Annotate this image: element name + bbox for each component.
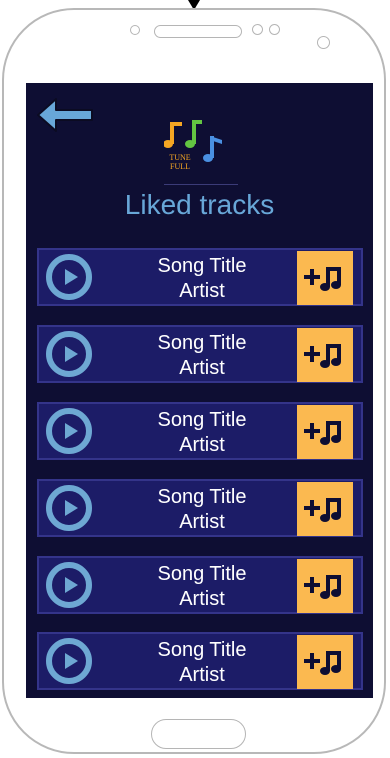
add-to-playlist-button[interactable] bbox=[297, 328, 353, 382]
add-to-playlist-button[interactable] bbox=[297, 482, 353, 536]
add-to-playlist-icon bbox=[304, 421, 341, 445]
logo-text-bottom: FULL bbox=[170, 162, 190, 171]
add-to-playlist-icon bbox=[304, 575, 341, 599]
track-row: Song Title Artist bbox=[37, 479, 363, 537]
artist-name: Artist bbox=[179, 511, 225, 533]
front-camera-icon bbox=[317, 36, 330, 49]
add-to-playlist-icon bbox=[304, 498, 341, 522]
sensor-icon bbox=[269, 24, 280, 35]
arrow-left-icon bbox=[37, 98, 93, 132]
play-icon[interactable] bbox=[46, 254, 92, 300]
track-row: Song Title Artist bbox=[37, 632, 363, 690]
play-icon[interactable] bbox=[46, 331, 92, 377]
play-icon[interactable] bbox=[46, 408, 92, 454]
app-screen: TUNE FULL Liked tracks Song Title Artist bbox=[26, 83, 373, 698]
song-title: Song Title bbox=[157, 639, 247, 661]
app-logo: TUNE FULL bbox=[163, 116, 238, 185]
add-to-playlist-button[interactable] bbox=[297, 251, 353, 305]
add-to-playlist-button[interactable] bbox=[297, 559, 353, 613]
play-icon[interactable] bbox=[46, 562, 92, 608]
add-to-playlist-icon bbox=[304, 267, 341, 291]
logo-text-top: TUNE bbox=[169, 153, 190, 162]
header-divider bbox=[164, 184, 238, 185]
track-row: Song Title Artist bbox=[37, 248, 363, 306]
add-to-playlist-icon bbox=[304, 344, 341, 368]
phone-frame: TUNE FULL Liked tracks Song Title Artist bbox=[2, 8, 386, 754]
track-row: Song Title Artist bbox=[37, 556, 363, 614]
add-to-playlist-button[interactable] bbox=[297, 635, 353, 689]
artist-name: Artist bbox=[179, 588, 225, 610]
song-title: Song Title bbox=[157, 486, 247, 508]
track-row: Song Title Artist bbox=[37, 325, 363, 383]
add-to-playlist-icon bbox=[304, 651, 341, 675]
play-icon[interactable] bbox=[46, 485, 92, 531]
home-button[interactable] bbox=[151, 719, 246, 749]
artist-name: Artist bbox=[179, 664, 225, 686]
artist-name: Artist bbox=[179, 357, 225, 379]
song-title: Song Title bbox=[157, 563, 247, 585]
add-to-playlist-button[interactable] bbox=[297, 405, 353, 459]
track-row: Song Title Artist bbox=[37, 402, 363, 460]
back-button[interactable] bbox=[36, 97, 94, 138]
page-title: Liked tracks bbox=[124, 189, 275, 220]
song-title: Song Title bbox=[157, 409, 247, 431]
sensor-icon bbox=[130, 25, 140, 35]
speaker-grille bbox=[154, 25, 242, 38]
sensor-icon bbox=[252, 24, 263, 35]
artist-name: Artist bbox=[179, 280, 225, 302]
song-title: Song Title bbox=[157, 255, 247, 277]
song-title: Song Title bbox=[157, 332, 247, 354]
play-icon[interactable] bbox=[46, 638, 92, 684]
artist-name: Artist bbox=[179, 434, 225, 456]
